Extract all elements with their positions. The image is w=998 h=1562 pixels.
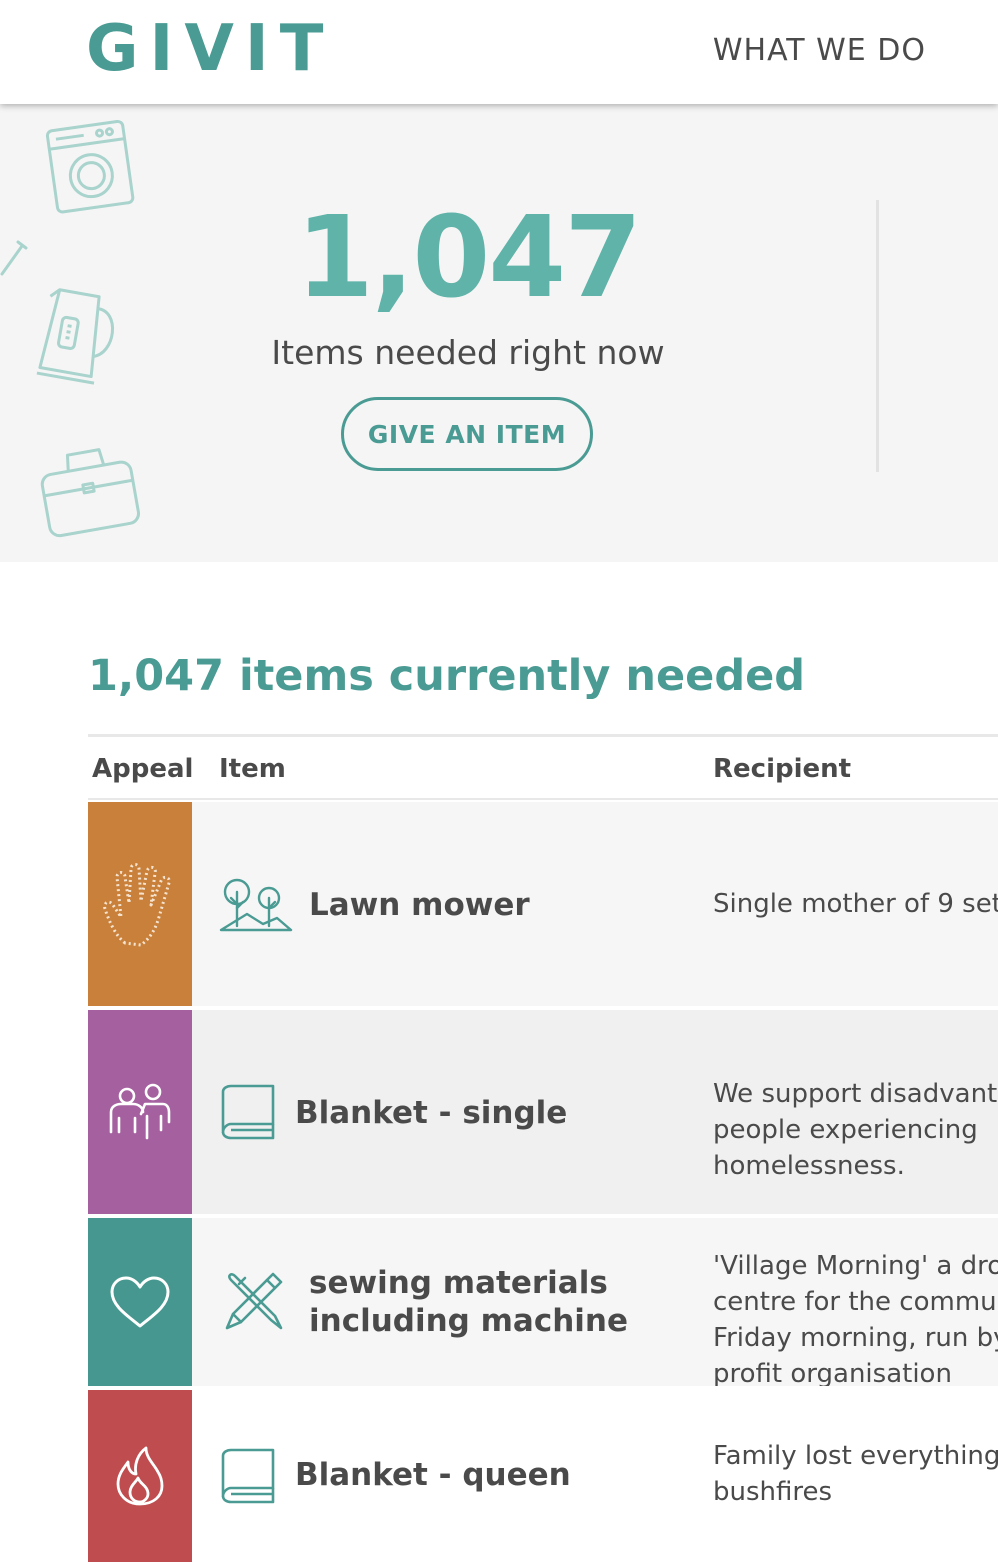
nav-what-we-do[interactable]: WHAT WE DO: [713, 32, 926, 70]
table-row[interactable]: Blanket - single We support disadvantage…: [88, 1010, 998, 1214]
appeal-cell: [88, 1218, 192, 1386]
recipient-text: 'Village Morning' a drop in centre for t…: [713, 1251, 998, 1386]
item-name[interactable]: Lawn mower: [309, 886, 530, 924]
hero-subtitle: Items needed right now: [271, 333, 665, 372]
appeal-cell: [88, 802, 192, 1006]
column-header-item[interactable]: Item: [219, 752, 286, 786]
recipient-text: We support disadvantaged people experien…: [713, 1079, 998, 1181]
recipient-text: Single mother of 9 settling in a new hom…: [713, 889, 998, 919]
hero-banner: 1,047 Items needed right now GIVE AN ITE…: [0, 104, 998, 562]
washing-machine-icon: [45, 119, 135, 214]
table-row[interactable]: Blanket - queen Family lost everything i…: [88, 1390, 998, 1562]
hero-divider: [876, 200, 879, 472]
table-header-rule: [88, 798, 998, 800]
trees-icon: [219, 878, 293, 932]
heart-icon: [110, 1276, 170, 1328]
items-needed-heading: 1,047 items currently needed: [88, 651, 806, 701]
table-row[interactable]: sewing materials including machine 'Vill…: [88, 1218, 998, 1386]
give-an-item-button[interactable]: GIVE AN ITEM: [341, 397, 593, 471]
blanket-icon: [221, 1084, 275, 1140]
table-top-rule: [88, 734, 998, 737]
flame-icon: [116, 1446, 164, 1506]
item-name[interactable]: sewing materials including machine: [309, 1264, 629, 1340]
people-icon: [109, 1083, 171, 1140]
table-row[interactable]: Lawn mower Single mother of 9 settling i…: [88, 802, 998, 1006]
blanket-icon: [221, 1448, 275, 1504]
recipient-text: Family lost everything in the bushfires: [713, 1441, 998, 1507]
appeal-cell: [88, 1010, 192, 1214]
column-header-appeal[interactable]: Appeal: [92, 752, 193, 786]
item-name[interactable]: Blanket - queen: [295, 1456, 571, 1494]
item-name[interactable]: Blanket - single: [295, 1094, 567, 1132]
column-header-recipient[interactable]: Recipient: [713, 752, 851, 786]
hand-icon: [103, 863, 171, 947]
site-header: GIVIT WHAT WE DO: [0, 0, 998, 104]
givit-logo[interactable]: GIVIT: [86, 16, 334, 82]
briefcase-icon: [40, 448, 141, 538]
appeal-cell: [88, 1390, 192, 1562]
sewing-icon: [225, 1272, 283, 1330]
hero-items-count: 1,047: [295, 193, 642, 323]
kettle-icon: [36, 288, 114, 385]
utensil-icon: [0, 240, 28, 276]
